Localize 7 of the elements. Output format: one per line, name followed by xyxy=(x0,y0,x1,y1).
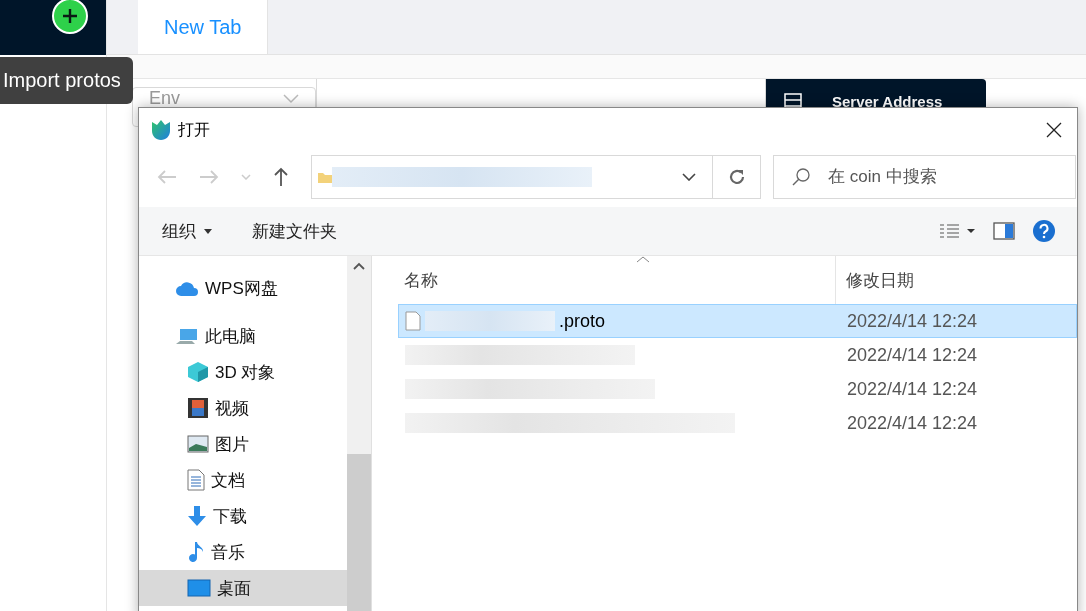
tooltip: Import protos xyxy=(0,57,133,104)
date-cell-text: 2022/4/14 12:24 xyxy=(846,344,978,366)
dialog-title: 打开 xyxy=(178,119,210,140)
date-cell-text: 2022/4/14 12:24 xyxy=(846,378,978,400)
file-name: .proto xyxy=(559,310,606,332)
date-cell-text: 2022/4/14 12:24 xyxy=(846,412,978,434)
date-cell-text: 2022/4/14 12:24 xyxy=(846,310,978,332)
